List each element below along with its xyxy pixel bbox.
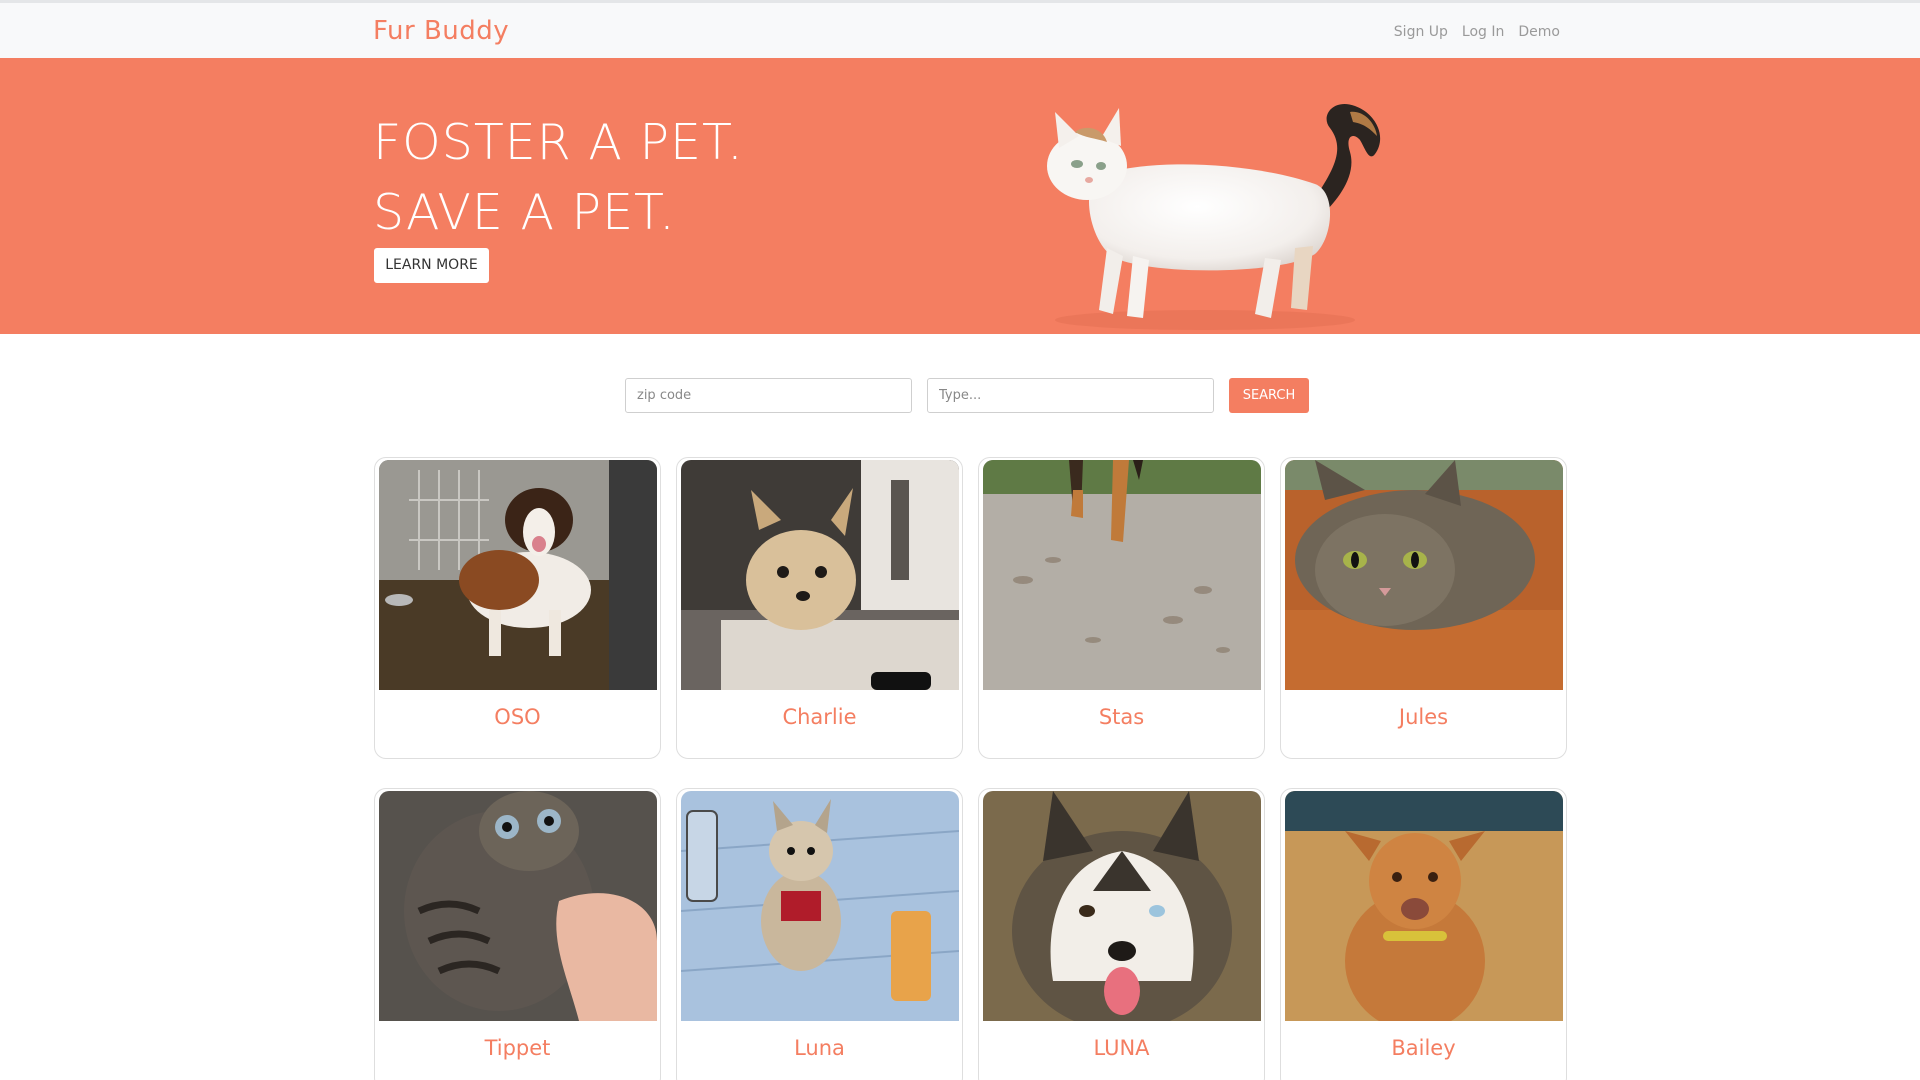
pet-name: OSO [494,705,541,729]
learn-more-button[interactable]: LEARN MORE [374,248,489,283]
hero-title: FOSTER A PET. SAVE A PET. [373,108,744,248]
search-bar: SEARCH [625,378,1309,413]
pet-photo-terrier [681,791,959,1021]
pet-card[interactable]: Charlie [676,457,963,759]
brand-logo[interactable]: Fur Buddy [373,16,509,46]
search-button[interactable]: SEARCH [1229,378,1309,413]
pet-card[interactable]: Bailey [1280,788,1567,1080]
pet-card[interactable]: Stas [978,457,1265,759]
pet-photo-tabby-cat [1285,460,1563,690]
pet-name: Bailey [1391,1036,1456,1060]
zip-code-input[interactable] [625,378,912,413]
pet-card[interactable]: Luna [676,788,963,1080]
pet-name: Tippet [484,1036,551,1060]
navbar: Fur Buddy Sign Up Log In Demo [0,0,1920,58]
pet-name: Luna [794,1036,845,1060]
nav-log-in-link[interactable]: Log In [1462,24,1504,40]
pet-name: Stas [1098,705,1145,729]
hero-line-1: FOSTER A PET. [373,114,744,171]
pet-photo-dog-legs [983,460,1261,690]
pet-card[interactable]: LUNA [978,788,1265,1080]
pet-name: Jules [1398,705,1449,729]
hero-banner: FOSTER A PET. SAVE A PET. LEARN MORE [0,58,1920,334]
pet-name: LUNA [1093,1036,1150,1060]
nav-links: Sign Up Log In Demo [1394,24,1560,40]
pet-name: Charlie [782,705,857,729]
pet-card[interactable]: Jules [1280,457,1567,759]
nav-sign-up-link[interactable]: Sign Up [1394,24,1448,40]
hero-line-2: SAVE A PET. [373,184,676,241]
pet-photo-tan-dog [1285,791,1563,1021]
pet-photo-yorkie [681,460,959,690]
pet-photo-st-bernard [379,460,657,690]
pet-card[interactable]: Tippet [374,788,661,1080]
white-cat-image [1047,104,1381,330]
pet-type-input[interactable] [927,378,1214,413]
nav-demo-link[interactable]: Demo [1518,24,1560,40]
pet-photo-husky [983,791,1261,1021]
pet-card[interactable]: OSO [374,457,661,759]
pet-photo-kitten [379,791,657,1021]
